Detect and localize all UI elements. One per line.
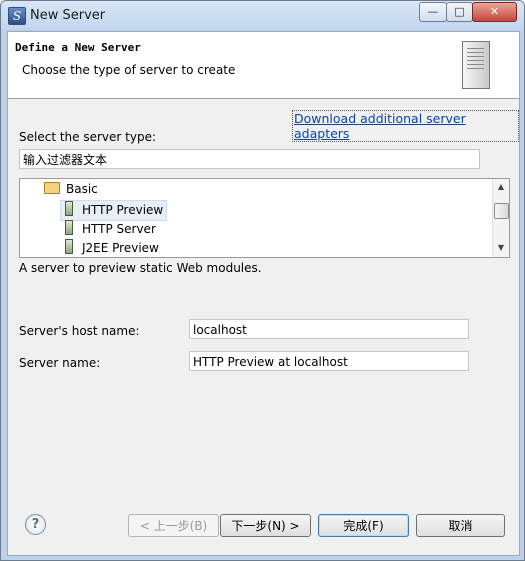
tree-folder-basic[interactable]: Basic	[44, 180, 98, 199]
cancel-button[interactable]: 取消	[416, 514, 505, 537]
dialog-client-area: Define a New Server Choose the type of s…	[7, 31, 520, 556]
tree-item-label: HTTP Preview	[82, 203, 164, 217]
download-adapters-link[interactable]: Download additional server adapters	[292, 110, 519, 142]
server-item-icon	[65, 201, 73, 216]
window-title: New Server	[30, 8, 106, 23]
tree-item-j2ee-preview[interactable]: J2EE Preview	[65, 239, 159, 257]
server-item-icon	[65, 239, 73, 254]
scroll-down-arrow-icon[interactable]: ▼	[493, 241, 509, 255]
tree-item-label: HTTP Server	[82, 222, 156, 236]
new-server-window: S New Server — □ ✕ Define a New Server C…	[0, 0, 525, 561]
server-type-filter-input[interactable]: 输入过滤器文本	[19, 149, 480, 169]
wizard-page-description: Choose the type of server to create	[22, 63, 236, 77]
folder-open-icon	[44, 182, 60, 194]
host-name-label: Server's host name:	[19, 324, 140, 338]
maximize-button[interactable]: □	[446, 2, 473, 22]
minimize-button[interactable]: —	[419, 2, 447, 22]
server-type-tree[interactable]: Basic HTTP Preview HTTP Server J2EE Prev…	[19, 178, 510, 258]
scroll-thumb[interactable]	[494, 203, 509, 219]
next-button[interactable]: 下一步(N) >	[220, 514, 311, 537]
help-icon[interactable]: ?	[25, 514, 46, 535]
eclipse-s-icon: S	[8, 7, 26, 25]
back-button[interactable]: < 上一步(B)	[128, 514, 219, 537]
tree-item-http-server[interactable]: HTTP Server	[65, 220, 156, 239]
server-item-icon	[65, 220, 73, 235]
host-name-input[interactable]: localhost	[189, 319, 469, 339]
close-button[interactable]: ✕	[472, 2, 517, 22]
tree-scrollbar[interactable]: ▲ ▼	[492, 179, 509, 257]
server-description: A server to preview static Web modules.	[19, 261, 262, 275]
scroll-up-arrow-icon[interactable]: ▲	[493, 180, 509, 194]
server-name-input[interactable]: HTTP Preview at localhost	[189, 351, 469, 371]
finish-button[interactable]: 完成(F)	[318, 514, 409, 537]
tree-folder-label: Basic	[66, 182, 98, 196]
server-type-label: Select the server type:	[19, 130, 156, 144]
server-name-label: Server name:	[19, 356, 101, 370]
wizard-banner: Define a New Server Choose the type of s…	[8, 32, 519, 99]
tree-item-label: J2EE Preview	[82, 241, 159, 255]
title-bar[interactable]: S New Server — □ ✕	[1, 1, 524, 29]
tree-item-http-preview[interactable]: HTTP Preview	[60, 200, 168, 221]
server-tower-icon	[462, 41, 490, 89]
wizard-page-title: Define a New Server	[15, 41, 141, 54]
